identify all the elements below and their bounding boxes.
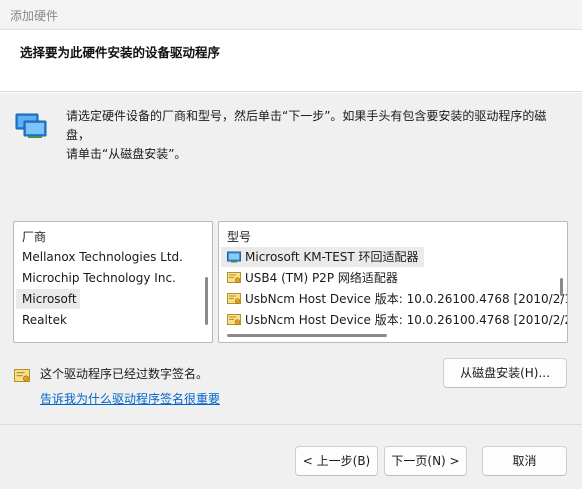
- back-button[interactable]: < 上一步(B): [295, 446, 378, 476]
- driver-signing-link[interactable]: 告诉我为什么驱动程序签名很重要: [40, 390, 220, 407]
- list-item-label: Microsoft KM-TEST 环回适配器: [245, 250, 419, 264]
- title-bar: 添加硬件: [0, 0, 582, 30]
- model-item-usb4-p2p[interactable]: USB4 (TM) P2P 网络适配器: [221, 268, 398, 288]
- manufacturer-list-header: 厂商: [22, 230, 47, 244]
- footer-divider: [0, 424, 582, 425]
- list-item-label: UsbNcm Host Device 版本: 10.0.26100.4768 […: [245, 313, 568, 327]
- model-item-usbncm-2[interactable]: UsbNcm Host Device 版本: 10.0.26100.4768 […: [221, 310, 568, 330]
- certificate-icon: [14, 369, 30, 382]
- list-item-label: Microsoft: [22, 292, 77, 306]
- model-item-usbncm-1[interactable]: UsbNcm Host Device 版本: 10.0.26100.4768 […: [221, 289, 568, 309]
- manufacturer-item-microchip[interactable]: Microchip Technology Inc.: [16, 268, 176, 288]
- list-item-label: Mellanox Technologies Ltd.: [22, 250, 183, 264]
- window-title: 添加硬件: [10, 9, 59, 23]
- intro-line-1: 请选定硬件设备的厂商和型号，然后单击“下一步”。如果手头有包含要安装的驱动程序的…: [66, 109, 547, 142]
- manufacturer-item-microsoft[interactable]: Microsoft: [16, 289, 80, 309]
- intro-line-2: 请单击“从磁盘安装”。: [66, 147, 187, 161]
- model-horizontal-scrollbar[interactable]: [227, 334, 387, 337]
- network-adapter-icon: [15, 113, 47, 138]
- model-list-header: 型号: [227, 230, 252, 244]
- manufacturer-listbox[interactable]: 厂商 Mellanox Technologies Ltd. Microchip …: [13, 221, 213, 343]
- certificate-icon: [227, 272, 241, 283]
- have-disk-button[interactable]: 从磁盘安装(H)...: [443, 358, 567, 388]
- list-item-label: Realtek: [22, 313, 67, 327]
- certificate-icon: [227, 314, 241, 325]
- model-vertical-scrollbar[interactable]: [560, 278, 563, 296]
- cancel-button[interactable]: 取消: [482, 446, 567, 476]
- next-button[interactable]: 下一页(N) >: [384, 446, 467, 476]
- network-adapter-icon: [227, 251, 241, 263]
- manufacturer-scrollbar[interactable]: [205, 277, 208, 325]
- certificate-icon: [227, 293, 241, 304]
- list-item-label: Microchip Technology Inc.: [22, 271, 176, 285]
- intro-text: 请选定硬件设备的厂商和型号，然后单击“下一步”。如果手头有包含要安装的驱动程序的…: [66, 107, 566, 164]
- signature-status-text: 这个驱动程序已经过数字签名。: [40, 367, 209, 381]
- model-listbox[interactable]: 型号 Microsoft KM-TEST 环回适配器 USB4 (TM) P2P…: [218, 221, 568, 343]
- manufacturer-item-mellanox[interactable]: Mellanox Technologies Ltd.: [16, 247, 183, 267]
- page-heading: 选择要为此硬件安装的设备驱动程序: [20, 45, 221, 60]
- model-item-km-test[interactable]: Microsoft KM-TEST 环回适配器: [221, 247, 424, 267]
- list-item-label: USB4 (TM) P2P 网络适配器: [245, 271, 398, 285]
- manufacturer-item-realtek[interactable]: Realtek: [16, 310, 67, 330]
- wizard-body: 请选定硬件设备的厂商和型号，然后单击“下一步”。如果手头有包含要安装的驱动程序的…: [0, 93, 582, 489]
- list-item-label: UsbNcm Host Device 版本: 10.0.26100.4768 […: [245, 292, 568, 306]
- wizard-header: 选择要为此硬件安装的设备驱动程序: [0, 30, 582, 92]
